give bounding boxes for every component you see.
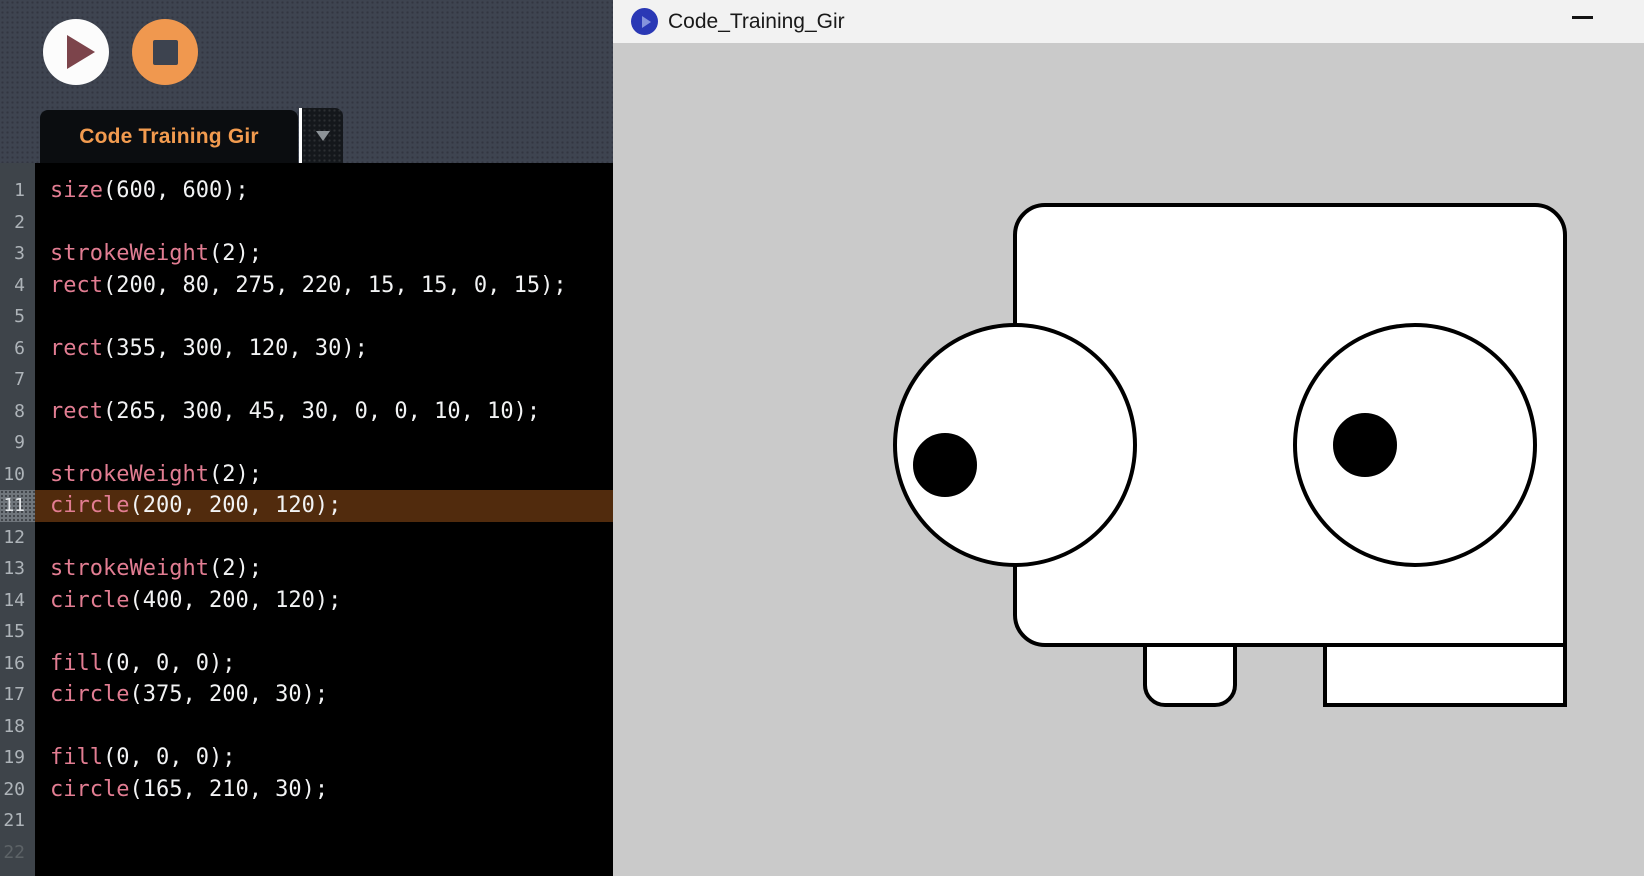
code-line[interactable]: 12 [0, 522, 613, 554]
tab-sketch[interactable]: Code Training Gir [40, 110, 298, 163]
shape-left-tooth [1145, 645, 1235, 705]
code-line[interactable]: 15 [0, 616, 613, 648]
code-line[interactable]: 21 [0, 805, 613, 837]
line-number: 5 [0, 301, 35, 333]
tab-menu-button[interactable] [302, 108, 343, 163]
sketch-drawing [615, 45, 1644, 876]
line-number: 20 [0, 774, 35, 806]
sketch-titlebar[interactable]: Code_Training_Gir [613, 0, 1644, 43]
code-line[interactable]: 14 circle(400, 200, 120); [0, 585, 613, 617]
stop-button[interactable] [132, 19, 198, 85]
code-text: fill(0, 0, 0); [50, 742, 235, 774]
code-text: strokeWeight(2); [50, 459, 262, 491]
sketch-canvas [613, 43, 1644, 876]
minimize-icon [1572, 16, 1593, 19]
screen: Code Training Gir 1 size(600, 600); 23 stro… [0, 0, 1644, 876]
code-line[interactable]: 6 rect(355, 300, 120, 30); [0, 333, 613, 365]
code-text: rect(355, 300, 120, 30); [50, 333, 368, 365]
editor-pane: Code Training Gir 1 size(600, 600); 23 stro… [0, 0, 613, 876]
code-editor[interactable]: 1 size(600, 600); 23 strokeWeight(2); 4 rect(… [0, 163, 613, 876]
line-number: 18 [0, 711, 35, 743]
line-number: 3 [0, 238, 35, 270]
window-title: Code_Training_Gir [668, 10, 845, 34]
code-line[interactable]: 3 strokeWeight(2); [0, 238, 613, 270]
line-number: 19 [0, 742, 35, 774]
code-line[interactable]: 2 [0, 207, 613, 239]
line-number: 16 [0, 648, 35, 680]
run-button[interactable] [43, 19, 109, 85]
code-line[interactable]: 18 [0, 711, 613, 743]
shape-right-eye [1295, 325, 1535, 565]
code-text: size(600, 600); [50, 175, 249, 207]
code-lines: 1 size(600, 600); 23 strokeWeight(2); 4 rect(… [0, 175, 613, 868]
line-number: 8 [0, 396, 35, 428]
code-line[interactable]: 4 rect(200, 80, 275, 220, 15, 15, 0, 15); [0, 270, 613, 302]
code-line[interactable]: 17 circle(375, 200, 30); [0, 679, 613, 711]
code-line[interactable]: 16 fill(0, 0, 0); [0, 648, 613, 680]
shape-left-pupil [915, 435, 975, 495]
code-text: circle(165, 210, 30); [50, 774, 328, 806]
line-number: 9 [0, 427, 35, 459]
line-number: 2 [0, 207, 35, 239]
processing-app-icon [631, 8, 658, 35]
line-number: 21 [0, 805, 35, 837]
line-number: 11 [0, 490, 35, 522]
code-line[interactable]: 11 circle(200, 200, 120); [0, 490, 613, 522]
line-number: 7 [0, 364, 35, 396]
code-line[interactable]: 7 [0, 364, 613, 396]
code-text: strokeWeight(2); [50, 553, 262, 585]
code-line[interactable]: 9 [0, 427, 613, 459]
code-line[interactable]: 8 rect(265, 300, 45, 30, 0, 0, 10, 10); [0, 396, 613, 428]
line-number: 1 [0, 175, 35, 207]
line-number: 13 [0, 553, 35, 585]
code-text: rect(200, 80, 275, 220, 15, 15, 0, 15); [50, 270, 567, 302]
sketch-window: Code_Training_Gir [613, 0, 1644, 876]
code-text: rect(265, 300, 45, 30, 0, 0, 10, 10); [50, 396, 540, 428]
code-line[interactable]: 22 [0, 837, 613, 869]
code-line[interactable]: 13 strokeWeight(2); [0, 553, 613, 585]
minimize-button[interactable] [1558, 4, 1606, 31]
shape-right-pupil [1335, 415, 1395, 475]
line-number: 15 [0, 616, 35, 648]
tab-sketch-label: Code Training Gir [79, 125, 259, 149]
code-text: strokeWeight(2); [50, 238, 262, 270]
line-number: 10 [0, 459, 35, 491]
editor-toolbar: Code Training Gir [0, 0, 613, 163]
line-number: 4 [0, 270, 35, 302]
code-text: circle(200, 200, 120); [50, 490, 341, 522]
code-text: fill(0, 0, 0); [50, 648, 235, 680]
shape-right-tooth [1325, 645, 1565, 705]
code-line[interactable]: 5 [0, 301, 613, 333]
play-icon [67, 35, 95, 69]
play-glyph-icon [642, 16, 651, 28]
line-number: 6 [0, 333, 35, 365]
line-number: 22 [0, 837, 35, 869]
line-number: 14 [0, 585, 35, 617]
code-line[interactable]: 19 fill(0, 0, 0); [0, 742, 613, 774]
code-text: circle(400, 200, 120); [50, 585, 341, 617]
code-line[interactable]: 10 strokeWeight(2); [0, 459, 613, 491]
line-number: 12 [0, 522, 35, 554]
stop-icon [153, 40, 178, 65]
code-line[interactable]: 1 size(600, 600); [0, 175, 613, 207]
code-line[interactable]: 20 circle(165, 210, 30); [0, 774, 613, 806]
line-number: 17 [0, 679, 35, 711]
code-text: circle(375, 200, 30); [50, 679, 328, 711]
chevron-down-icon [316, 131, 330, 141]
